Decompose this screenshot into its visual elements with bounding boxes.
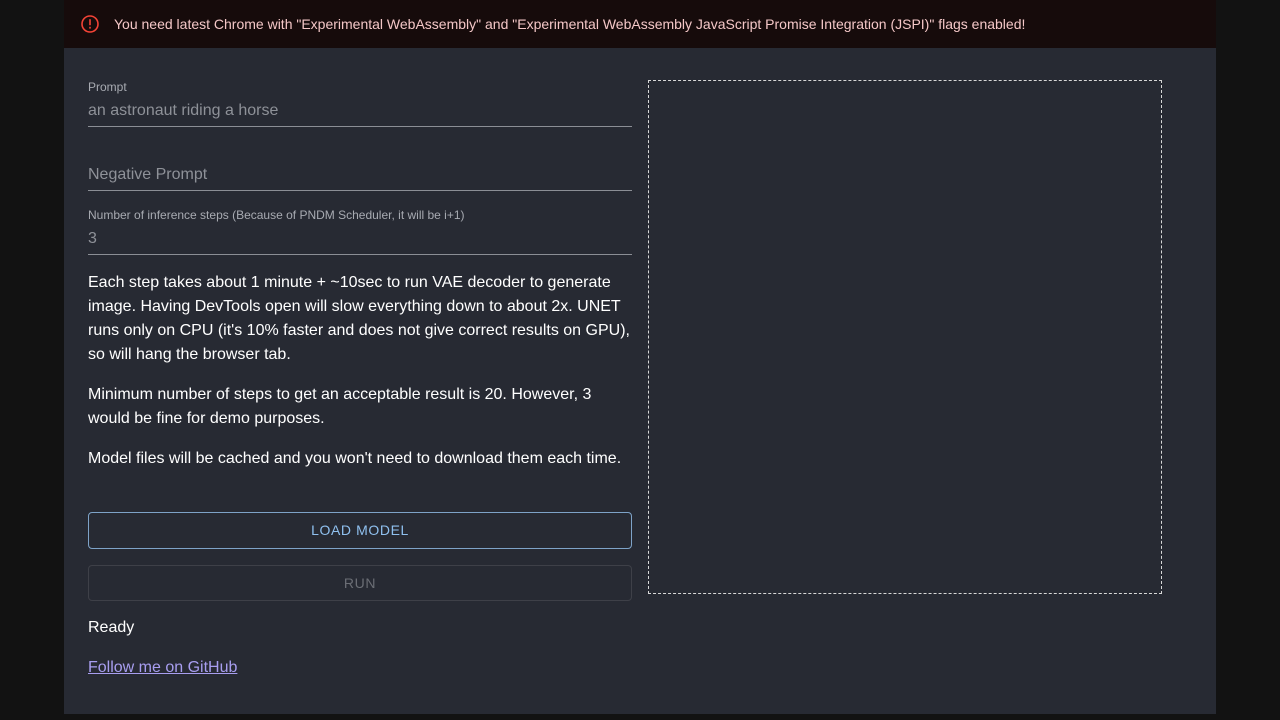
status-text: Ready (88, 619, 135, 636)
load-model-button[interactable]: LOAD MODEL (88, 512, 632, 549)
info-paragraph-timing: Each step takes about 1 minute + ~10sec … (88, 274, 630, 363)
alert-message: You need latest Chrome with "Experimenta… (114, 16, 1026, 32)
error-alert: You need latest Chrome with "Experimenta… (64, 0, 1216, 48)
github-link[interactable]: Follow me on GitHub (88, 658, 237, 678)
steps-label: Number of inference steps (Because of PN… (88, 208, 465, 222)
error-outline-icon (81, 15, 99, 33)
negative-prompt-underline (88, 190, 632, 191)
output-image-canvas (648, 80, 1162, 594)
steps-underline (88, 254, 632, 255)
prompt-underline (88, 126, 632, 127)
info-paragraph-cache: Model files will be cached and you won't… (88, 450, 622, 467)
negative-prompt-input[interactable]: Negative Prompt (88, 166, 207, 184)
main-panel: You need latest Chrome with "Experimenta… (64, 0, 1216, 714)
negative-prompt-field[interactable]: Negative Prompt (88, 144, 632, 192)
prompt-field[interactable]: Prompt an astronaut riding a horse (88, 80, 632, 128)
steps-input[interactable]: 3 (88, 230, 97, 248)
run-button[interactable]: RUN (88, 565, 632, 601)
steps-field[interactable]: Number of inference steps (Because of PN… (88, 208, 632, 256)
prompt-input[interactable]: an astronaut riding a horse (88, 102, 278, 120)
info-paragraph-steps: Minimum number of steps to get an accept… (88, 386, 592, 427)
prompt-label: Prompt (88, 80, 127, 94)
